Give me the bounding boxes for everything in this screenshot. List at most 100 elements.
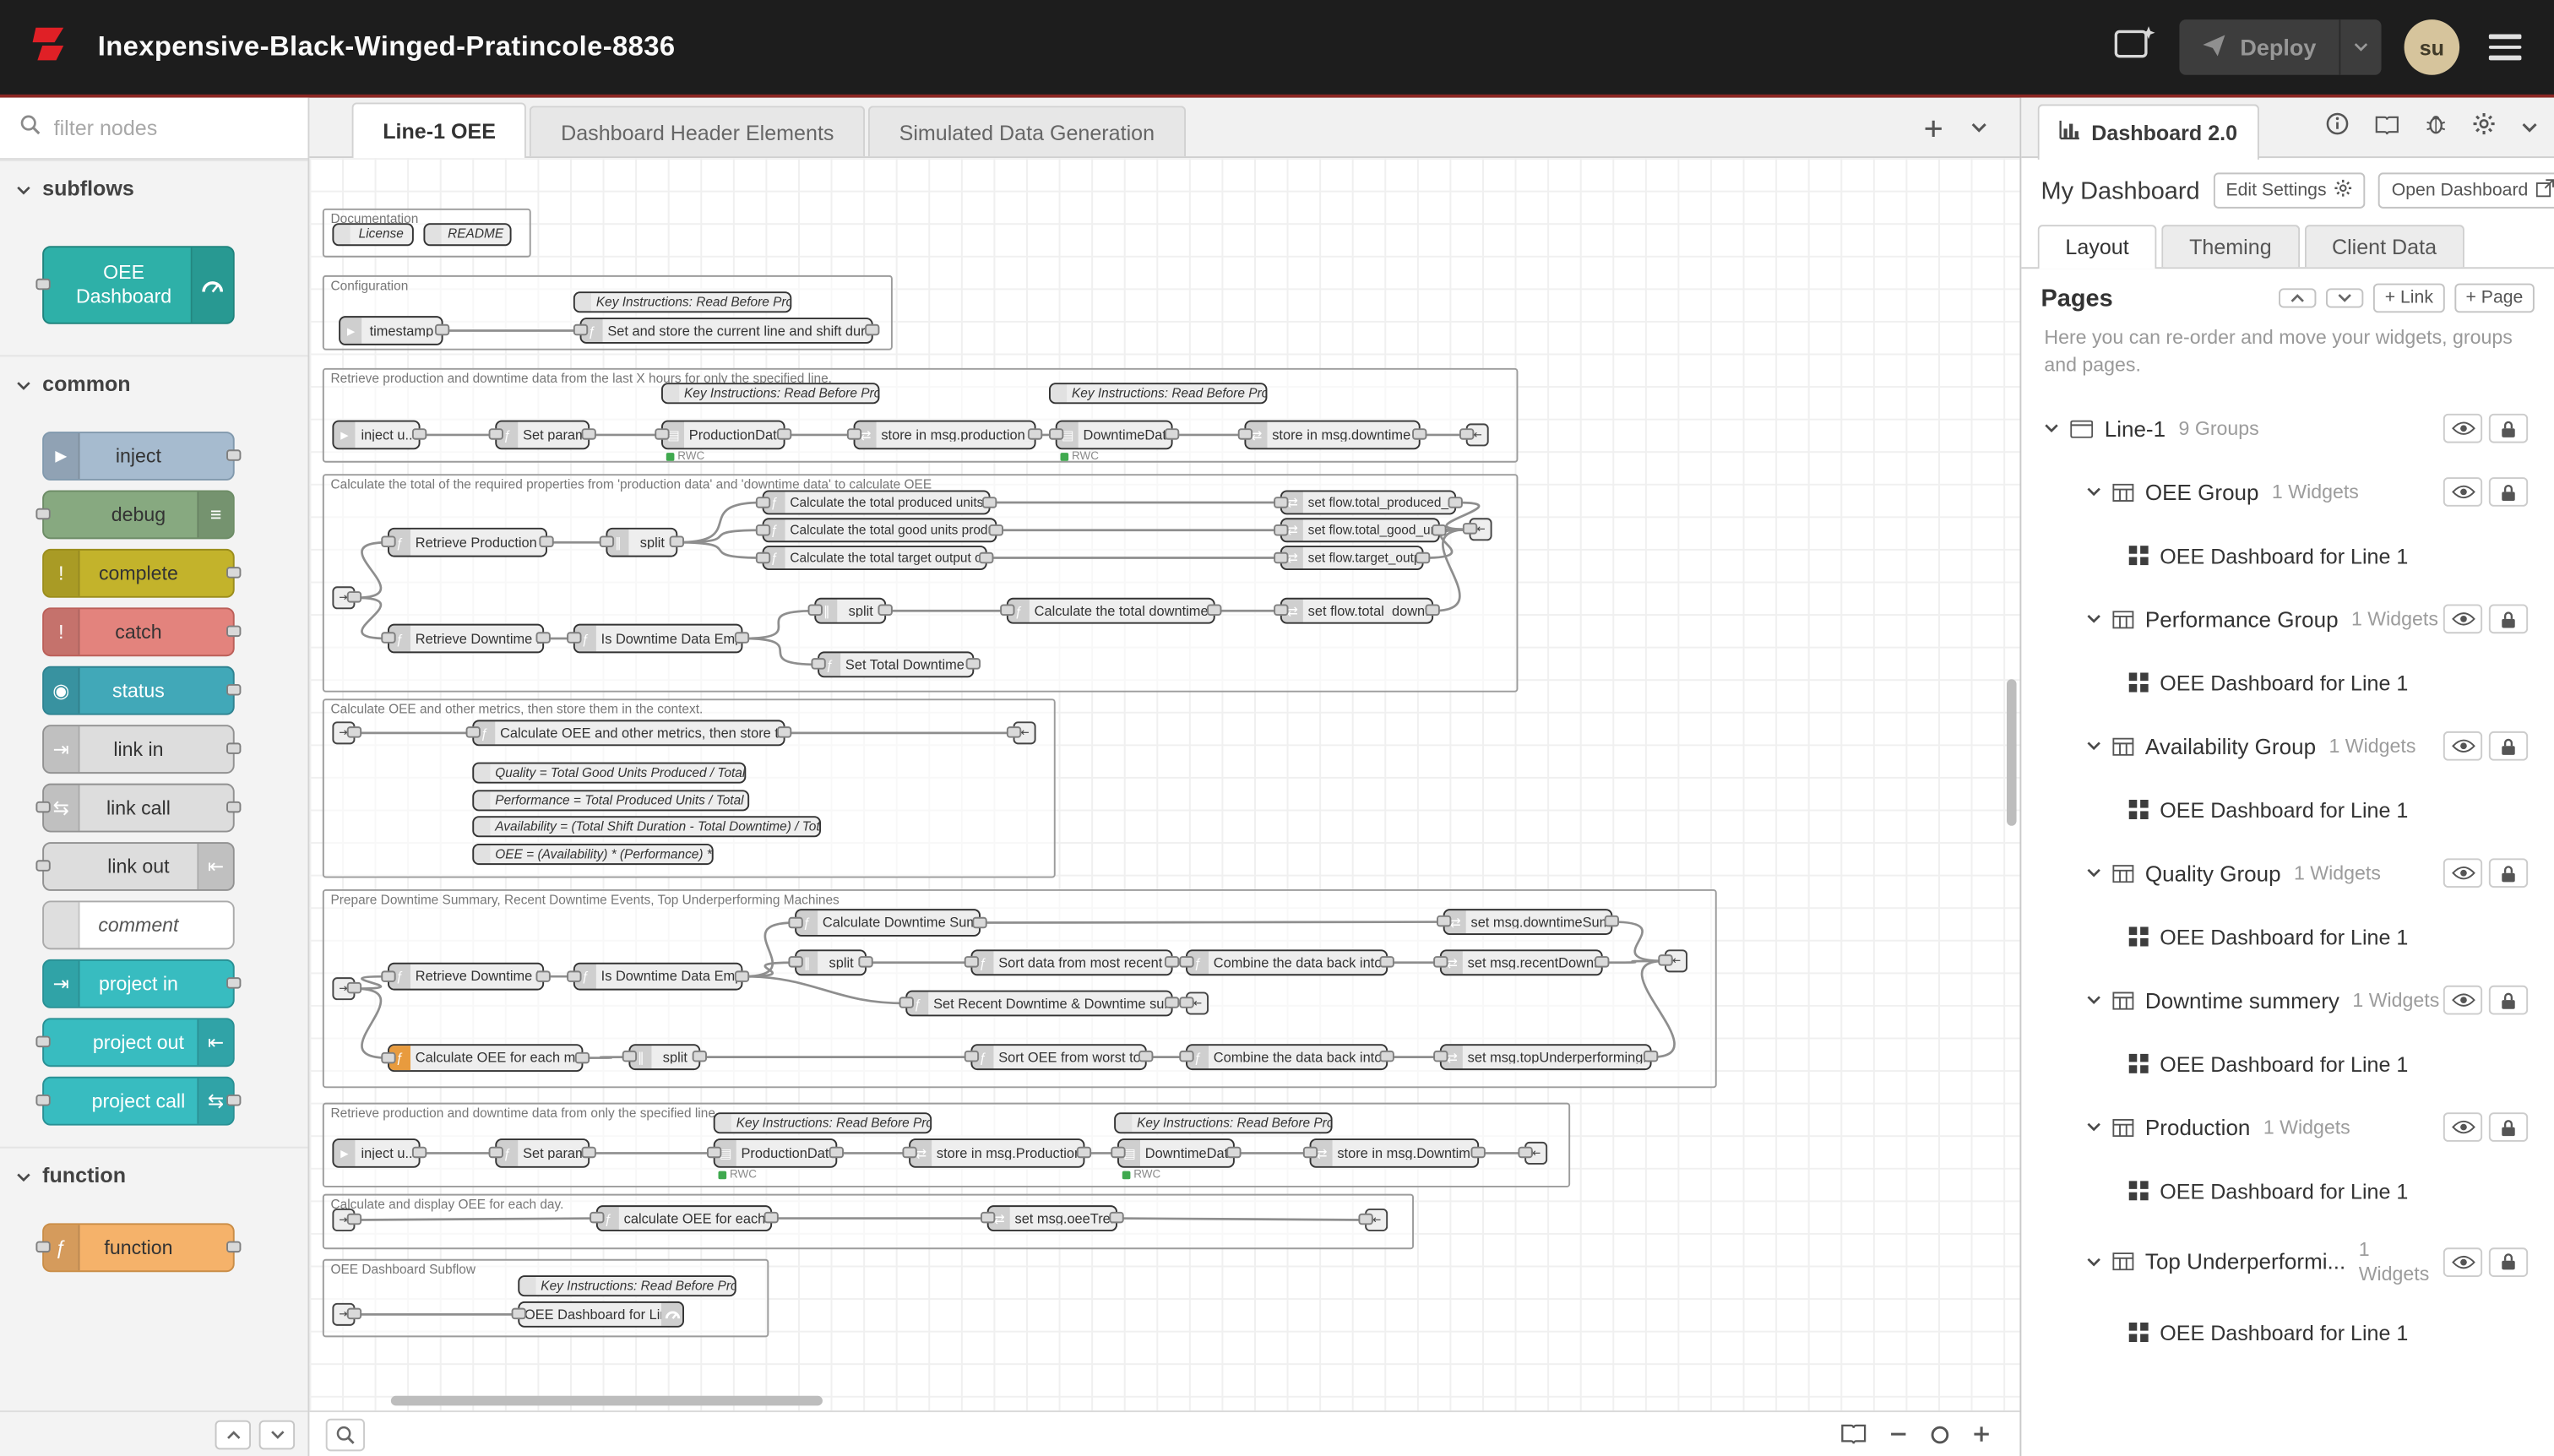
tree-group-row[interactable]: OEE Group1 Widgets (2021, 460, 2554, 524)
tree-widget-row[interactable]: OEE Dashboard for Line 1 (2021, 905, 2554, 969)
zoom-in-button[interactable] (1972, 1425, 1990, 1442)
palette-node-link-out[interactable]: ⇤link out (42, 842, 235, 891)
link-node[interactable]: ⇤ (1524, 1142, 1547, 1165)
link-node[interactable]: ⇤ (1470, 518, 1492, 541)
expand-all-button[interactable] (2326, 288, 2363, 307)
palette-node-catch[interactable]: !catch (42, 607, 235, 656)
sidebar-tab-list-button[interactable] (2521, 98, 2537, 158)
flow-node[interactable]: ƒCalculate the total downtime duration (1007, 598, 1215, 624)
tree-group-row[interactable]: Downtime summery1 Widgets (2021, 969, 2554, 1032)
main-menu-button[interactable] (2482, 28, 2528, 66)
collapse-categories-button[interactable] (215, 1420, 251, 1449)
link-node[interactable]: ⇥ (332, 721, 355, 744)
flow-list-button[interactable] (1958, 98, 2000, 158)
flow-node[interactable]: ƒCombine the data back into an array. (1186, 1044, 1388, 1070)
link-node[interactable]: ⇥ (332, 977, 355, 1000)
flow-node[interactable]: ⇄store in msg.production_data (854, 421, 1036, 450)
canvas-search-button[interactable] (326, 1418, 365, 1451)
visibility-toggle-button[interactable] (2443, 478, 2482, 508)
tree-group-row[interactable]: Production1 Widgets (2021, 1096, 2554, 1160)
palette-node-debug[interactable]: ≡debug (42, 490, 235, 539)
palette-node-status[interactable]: ◉status (42, 666, 235, 715)
flow-node[interactable]: ∥split (606, 528, 677, 557)
tree-widget-row[interactable]: OEE Dashboard for Line 1 (2021, 524, 2554, 588)
flow-node[interactable]: ƒCalculate the total produced units toda… (763, 490, 991, 514)
flow-node[interactable]: ƒcalculate OEE for each day (596, 1205, 772, 1231)
collapse-all-button[interactable] (2279, 288, 2316, 307)
flow-node[interactable]: ►inject u.. (332, 421, 420, 450)
tree-widget-row[interactable]: OEE Dashboard for Line 1 (2021, 651, 2554, 714)
flow-node[interactable]: ▤ProductionDataRWC (714, 1138, 838, 1168)
add-flow-button[interactable] (1912, 98, 1954, 158)
visibility-toggle-button[interactable] (2443, 731, 2482, 761)
comment-node[interactable]: Quality = Total Good Units Produced / To… (472, 763, 746, 784)
comment-node[interactable]: Key Instructions: Read Before Proceeding (714, 1112, 932, 1133)
sidebar-tab-debug-icon[interactable] (2426, 112, 2447, 144)
palette-node-link-call[interactable]: ⇆link call (42, 784, 235, 833)
link-node[interactable]: ⇥ (332, 1303, 355, 1326)
flow-node[interactable]: ∥split (795, 949, 867, 975)
flow-node[interactable]: ƒSet and store the current line and shif… (580, 318, 873, 344)
lock-toggle-button[interactable] (2489, 605, 2528, 634)
tree-group-row[interactable]: Performance Group1 Widgets (2021, 588, 2554, 651)
zoom-reset-button[interactable] (1930, 1425, 1949, 1444)
flow-node[interactable]: ƒIs Downtime Data Empty? (573, 963, 743, 991)
tab-theming[interactable]: Theming (2161, 225, 2299, 267)
flow-tab-simulated-data-generation[interactable]: Simulated Data Generation (868, 106, 1186, 156)
comment-node[interactable]: Key Instructions: Read Before Proceeding (1049, 383, 1267, 404)
flow-node[interactable]: ƒRetrieve Downtime Data (388, 624, 544, 654)
tree-widget-row[interactable]: OEE Dashboard for Line 1 (2021, 1160, 2554, 1223)
palette-category-function[interactable]: function (0, 1147, 307, 1203)
palette-category-subflows[interactable]: subflows (0, 160, 307, 215)
flow-node[interactable]: ƒCalculate OEE and other metrics, then s… (472, 720, 785, 746)
chevron-down-icon[interactable] (2086, 1122, 2100, 1133)
flow-node[interactable]: ⇄set flow.total_good_units (1280, 518, 1440, 542)
tree-widget-row[interactable]: OEE Dashboard for Line 1 (2021, 1301, 2554, 1365)
chevron-down-icon[interactable] (2086, 742, 2100, 752)
lock-toggle-button[interactable] (2489, 1113, 2528, 1143)
chevron-down-icon[interactable] (2086, 868, 2100, 878)
flow-tab-dashboard-header-elements[interactable]: Dashboard Header Elements (530, 106, 865, 156)
comment-node[interactable]: Key Instructions: Read Before Proceeding (518, 1275, 736, 1296)
link-node[interactable]: ⇥ (332, 586, 355, 609)
visibility-toggle-button[interactable] (2443, 414, 2482, 443)
flow-node[interactable]: ⇄set msg.topUnderperformingMachines (1440, 1044, 1652, 1070)
lock-toggle-button[interactable] (2489, 859, 2528, 888)
palette-node-function[interactable]: ƒfunction (42, 1223, 235, 1272)
flow-node[interactable]: ►timestamp (339, 316, 443, 345)
palette-node-complete[interactable]: !complete (42, 549, 235, 598)
flow-node[interactable]: ƒRetrieve Production Data (388, 528, 547, 557)
visibility-toggle-button[interactable] (2443, 605, 2482, 634)
palette-node-project-in[interactable]: ⇥project in (42, 959, 235, 1008)
flow-node[interactable]: ƒCalculate the total good units produced… (763, 518, 997, 542)
flow-node[interactable]: ƒRetrieve Downtime Data (388, 963, 544, 991)
link-node[interactable]: ⇤ (1466, 423, 1489, 446)
lock-toggle-button[interactable] (2489, 1247, 2528, 1277)
sidebar-tab-config-gear-icon[interactable] (2473, 112, 2496, 144)
tree-page-row[interactable]: Line-19 Groups (2021, 397, 2554, 460)
sidebar-tab-help-icon[interactable] (2375, 113, 2399, 143)
flow-node[interactable]: ⇄set msg.recentDowntime (1440, 949, 1603, 975)
tab-client-data[interactable]: Client Data (2304, 225, 2464, 267)
palette-node-oee-dashboard[interactable]: OEE Dashboard (42, 246, 235, 324)
flow-node[interactable]: ƒIs Downtime Data Empty? (573, 624, 743, 654)
link-node[interactable]: ⇤ (1013, 721, 1036, 744)
flow-tab-line-1-oee[interactable]: Line-1 OEE (352, 102, 527, 158)
flow-node[interactable]: ⇄store in msg.DowntimeData (1310, 1138, 1480, 1168)
flow-node[interactable]: ▤DowntimeDataRWC (1117, 1138, 1235, 1168)
horizontal-scrollbar[interactable] (391, 1396, 823, 1406)
lock-toggle-button[interactable] (2489, 731, 2528, 761)
avatar[interactable]: su (2405, 19, 2460, 75)
palette-node-project-call[interactable]: ⇆project call (42, 1077, 235, 1126)
flow-node[interactable]: ⇄set msg.oeeTrend (987, 1205, 1117, 1231)
flow-node[interactable]: ⇄set flow.total_produced_units (1280, 490, 1456, 514)
expand-categories-button[interactable] (259, 1420, 295, 1449)
vertical-scrollbar[interactable] (2007, 679, 2017, 826)
flow-group[interactable]: Calculate and display OEE for each day. (323, 1194, 1414, 1250)
comment-node[interactable]: Performance = Total Produced Units / Tot… (472, 790, 749, 811)
chevron-down-icon[interactable] (2086, 996, 2100, 1006)
comment-node[interactable]: OEE = (Availability) * (Performance) * (… (472, 844, 713, 865)
palette-search[interactable] (0, 98, 307, 160)
visibility-toggle-button[interactable] (2443, 986, 2482, 1015)
deploy-button[interactable]: Deploy (2180, 19, 2382, 75)
